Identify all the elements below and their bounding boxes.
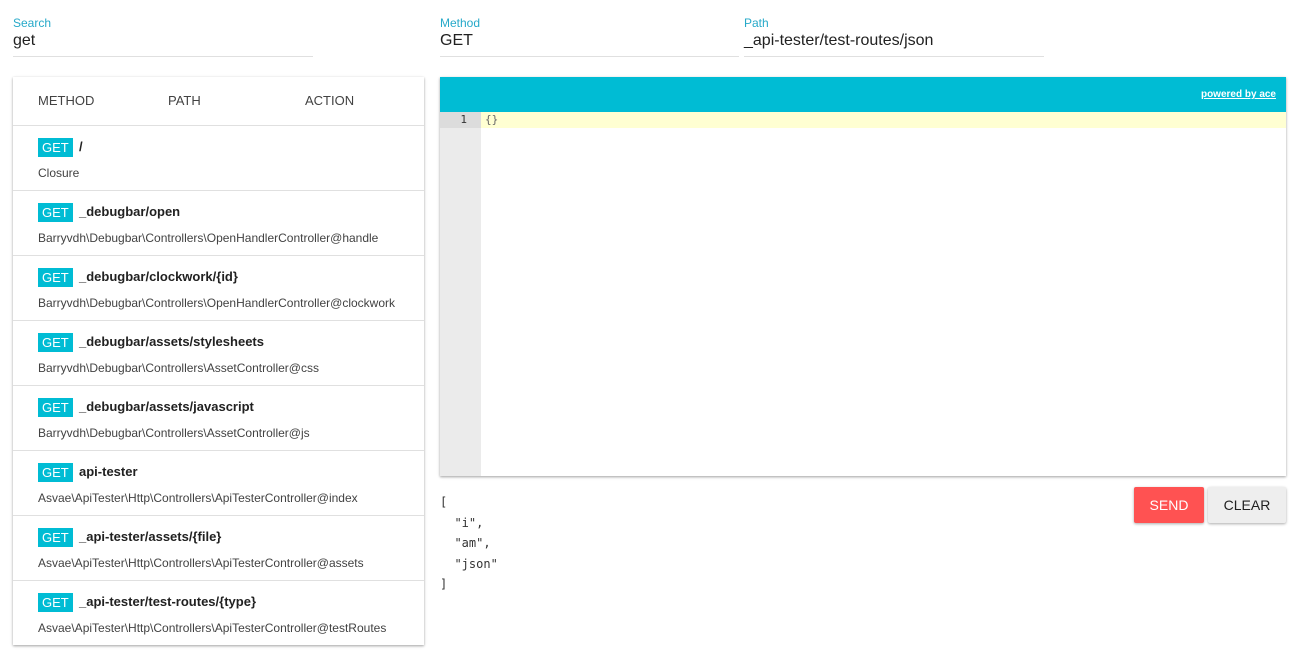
column-header-path: PATH: [168, 93, 201, 108]
method-input[interactable]: GET: [440, 32, 473, 50]
method-badge: GET: [38, 268, 73, 287]
route-path: _debugbar/open: [79, 204, 181, 219]
route-path: api-tester: [79, 464, 138, 479]
powered-by-ace-link[interactable]: powered by ace: [1201, 89, 1276, 100]
method-label: Method: [440, 16, 481, 30]
route-row[interactable]: GET / Closure: [13, 126, 424, 191]
route-path: _api-tester/assets/{file}: [79, 529, 222, 544]
method-badge: GET: [38, 463, 73, 482]
editor-gutter: 1: [440, 112, 481, 476]
method-badge: GET: [38, 138, 73, 157]
method-badge: GET: [38, 593, 73, 612]
route-row[interactable]: GET _debugbar/open Barryvdh\Debugbar\Con…: [13, 191, 424, 256]
response-output: [ "i", "am", "json" ]: [440, 495, 498, 591]
route-path: _debugbar/clockwork/{id}: [79, 269, 238, 284]
route-action: Barryvdh\Debugbar\Controllers\OpenHandle…: [38, 231, 379, 245]
route-row[interactable]: GET _debugbar/assets/stylesheets Barryvd…: [13, 321, 424, 386]
route-row[interactable]: GET _debugbar/clockwork/{id} Barryvdh\De…: [13, 256, 424, 321]
path-field[interactable]: Path _api-tester/test-routes/json: [744, 16, 1044, 57]
route-row[interactable]: GET api-tester Asvae\ApiTester\Http\Cont…: [13, 451, 424, 516]
editor-code-area[interactable]: {}: [481, 112, 1286, 476]
search-label: Search: [13, 16, 52, 30]
method-badge: GET: [38, 203, 73, 222]
route-action: Barryvdh\Debugbar\Controllers\AssetContr…: [38, 426, 310, 440]
editor-active-line: {}: [481, 112, 1286, 128]
clear-button[interactable]: CLEAR: [1208, 487, 1286, 523]
method-badge: GET: [38, 528, 73, 547]
route-action: Asvae\ApiTester\Http\Controllers\ApiTest…: [38, 556, 364, 570]
gutter-active-line: 1: [440, 112, 481, 128]
editor-toolbar: powered by ace: [440, 77, 1286, 112]
search-field[interactable]: Search get: [13, 16, 313, 57]
method-field[interactable]: Method GET: [440, 16, 739, 57]
path-label: Path: [744, 16, 769, 30]
send-button[interactable]: SEND: [1134, 487, 1204, 523]
route-action: Asvae\ApiTester\Http\Controllers\ApiTest…: [38, 621, 387, 635]
column-header-method: METHOD: [38, 93, 95, 108]
route-action: Closure: [38, 166, 80, 180]
route-path: _debugbar/assets/javascript: [79, 399, 254, 414]
route-action: Barryvdh\Debugbar\Controllers\OpenHandle…: [38, 296, 395, 310]
column-header-action: ACTION: [305, 93, 355, 108]
route-row[interactable]: GET _api-tester/assets/{file} Asvae\ApiT…: [13, 516, 424, 581]
search-input[interactable]: get: [13, 32, 35, 50]
route-path: /: [79, 139, 83, 154]
path-input[interactable]: _api-tester/test-routes/json: [744, 32, 933, 50]
route-row[interactable]: GET _debugbar/assets/javascript Barryvdh…: [13, 386, 424, 451]
route-path: _api-tester/test-routes/{type}: [79, 594, 256, 609]
routes-table-header: METHOD PATH ACTION: [13, 77, 424, 126]
route-row[interactable]: GET _api-tester/test-routes/{type} Asvae…: [13, 581, 424, 645]
route-path: _debugbar/assets/stylesheets: [79, 334, 264, 349]
request-body-editor[interactable]: powered by ace 1 {}: [440, 77, 1286, 476]
method-badge: GET: [38, 333, 73, 352]
line-number: 1: [460, 113, 467, 126]
editor-code-line[interactable]: {}: [485, 113, 498, 126]
route-action: Barryvdh\Debugbar\Controllers\AssetContr…: [38, 361, 319, 375]
method-badge: GET: [38, 398, 73, 417]
routes-table: METHOD PATH ACTION GET / Closure GET _de…: [13, 77, 424, 645]
route-action: Asvae\ApiTester\Http\Controllers\ApiTest…: [38, 491, 358, 505]
